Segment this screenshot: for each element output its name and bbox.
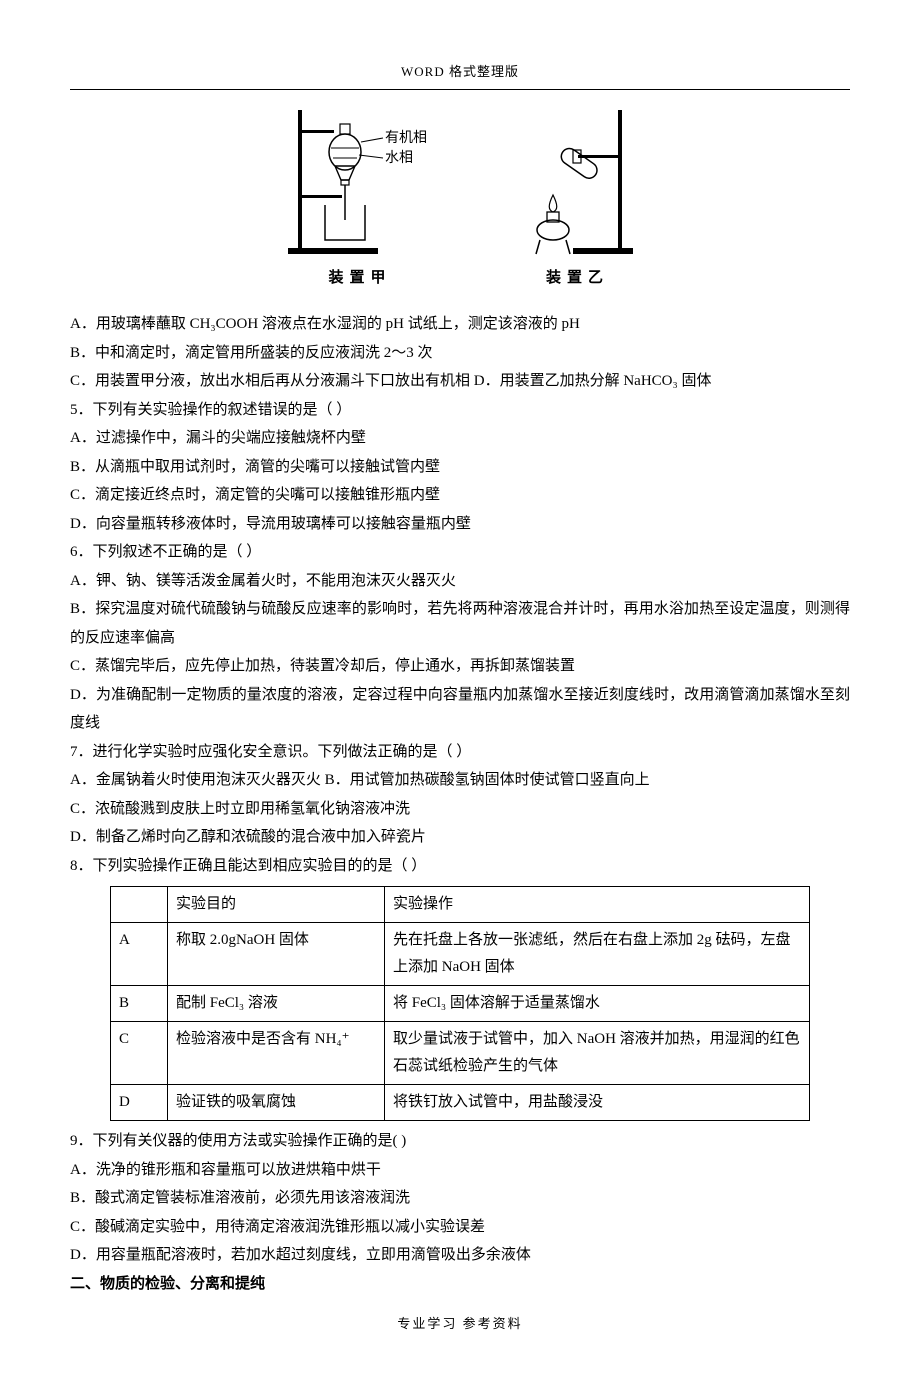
table-header-row: 实验目的 实验操作: [111, 887, 810, 923]
caption-b: 装置乙: [518, 264, 638, 293]
page-header: WORD 格式整理版: [70, 60, 850, 90]
q5b: B．从滴瓶中取用试剂时，滴管的尖嘴可以接触试管内壁: [70, 453, 850, 482]
experiment-table: 实验目的 实验操作 A 称取 2.0gNaOH 固体 先在托盘上各放一张滤纸，然…: [110, 886, 810, 1121]
cell-key: C: [111, 1022, 168, 1085]
q5d: D．向容量瓶转移液体时，导流用玻璃棒可以接触容量瓶内壁: [70, 510, 850, 539]
cell-operation: 将铁钉放入试管中，用盐酸浸没: [385, 1085, 810, 1121]
q6a: A．钾、钠、镁等活泼金属着火时，不能用泡沫灭火器灭火: [70, 567, 850, 596]
option-a: A．用玻璃棒蘸取 CH₃COOH 溶液点在水湿润的 pH 试纸上，测定该溶液的 …: [70, 310, 850, 339]
th-operation: 实验操作: [385, 887, 810, 923]
q7: 7．进行化学实验时应强化安全意识。下列做法正确的是（ ）: [70, 738, 850, 767]
table-row: B 配制 FeCl₃ 溶液 将 FeCl₃ 固体溶解于适量蒸馏水: [111, 986, 810, 1022]
q6b: B．探究温度对硫代硫酸钠与硫酸反应速率的影响时，若先将两种溶液混合并计时，再用水…: [70, 595, 850, 652]
q9: 9．下列有关仪器的使用方法或实验操作正确的是( ): [70, 1127, 850, 1156]
cell-key: D: [111, 1085, 168, 1121]
cell-purpose: 配制 FeCl₃ 溶液: [168, 986, 385, 1022]
cell-key: B: [111, 986, 168, 1022]
cell-purpose: 称取 2.0gNaOH 固体: [168, 923, 385, 986]
cell-purpose: 验证铁的吸氧腐蚀: [168, 1085, 385, 1121]
q9b: B．酸式滴定管装标准溶液前，必须先用该溶液润洗: [70, 1184, 850, 1213]
cell-operation: 先在托盘上各放一张滤纸，然后在右盘上添加 2g 砝码，左盘上添加 NaOH 固体: [385, 923, 810, 986]
label-organic: 有机相: [385, 130, 427, 146]
q5c: C．滴定接近终点时，滴定管的尖嘴可以接触锥形瓶内壁: [70, 481, 850, 510]
th-blank: [111, 887, 168, 923]
caption-a: 装置甲: [283, 264, 438, 293]
apparatus-a-icon: 有机相 水相: [283, 100, 438, 260]
figure-row: 有机相 水相 装置甲: [70, 100, 850, 293]
q9c: C．酸碱滴定实验中，用待滴定溶液润洗锥形瓶以减小实验误差: [70, 1213, 850, 1242]
table-row: A 称取 2.0gNaOH 固体 先在托盘上各放一张滤纸，然后在右盘上添加 2g…: [111, 923, 810, 986]
q6: 6．下列叙述不正确的是（ ）: [70, 538, 850, 567]
q6d: D．为准确配制一定物质的量浓度的溶液，定容过程中向容量瓶内加蒸馏水至接近刻度线时…: [70, 681, 850, 738]
table-row: C 检验溶液中是否含有 NH₄⁺ 取少量试液于试管中，加入 NaOH 溶液并加热…: [111, 1022, 810, 1085]
cell-operation: 将 FeCl₃ 固体溶解于适量蒸馏水: [385, 986, 810, 1022]
figure-b: 装置乙: [518, 100, 638, 293]
table-row: D 验证铁的吸氧腐蚀 将铁钉放入试管中，用盐酸浸没: [111, 1085, 810, 1121]
q5a: A．过滤操作中，漏斗的尖端应接触烧杯内壁: [70, 424, 850, 453]
q6c: C．蒸馏完毕后，应先停止加热，待装置冷却后，停止通水，再拆卸蒸馏装置: [70, 652, 850, 681]
q9a: A．洗净的锥形瓶和容量瓶可以放进烘箱中烘干: [70, 1156, 850, 1185]
option-c-d: C．用装置甲分液，放出水相后再从分液漏斗下口放出有机相 D．用装置乙加热分解 N…: [70, 367, 850, 396]
cell-purpose: 检验溶液中是否含有 NH₄⁺: [168, 1022, 385, 1085]
q9d: D．用容量瓶配溶液时，若加水超过刻度线，立即用滴管吸出多余液体: [70, 1241, 850, 1270]
th-purpose: 实验目的: [168, 887, 385, 923]
apparatus-b-icon: [518, 100, 638, 260]
q7c: C．浓硫酸溅到皮肤上时立即用稀氢氧化钠溶液冲洗: [70, 795, 850, 824]
section-2-title: 二、物质的检验、分离和提纯: [70, 1270, 850, 1299]
figure-a: 有机相 水相 装置甲: [283, 100, 438, 293]
q5: 5．下列有关实验操作的叙述错误的是（ ）: [70, 396, 850, 425]
cell-operation: 取少量试液于试管中，加入 NaOH 溶液并加热，用湿润的红色石蕊试纸检验产生的气…: [385, 1022, 810, 1085]
cell-key: A: [111, 923, 168, 986]
q7d: D．制备乙烯时向乙醇和浓硫酸的混合液中加入碎瓷片: [70, 823, 850, 852]
page-footer: 专业学习 参考资料: [70, 1312, 850, 1337]
option-b: B．中和滴定时，滴定管用所盛装的反应液润洗 2～3 次: [70, 339, 850, 368]
q8: 8．下列实验操作正确且能达到相应实验目的的是（ ）: [70, 852, 850, 881]
label-aqueous: 水相: [385, 150, 413, 166]
q7ab: A．金属钠着火时使用泡沫灭火器灭火 B．用试管加热碳酸氢钠固体时使试管口竖直向上: [70, 766, 850, 795]
